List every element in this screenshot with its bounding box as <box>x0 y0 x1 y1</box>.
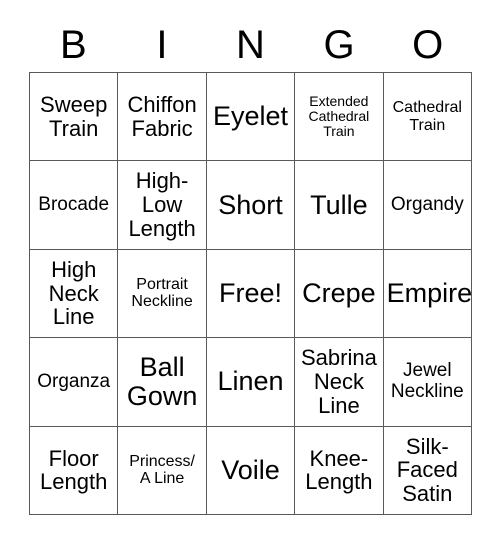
bingo-cell-label: Short <box>218 189 283 220</box>
bingo-cell-r1c2[interactable]: Chiffon Fabric <box>118 73 207 162</box>
bingo-cell-label: Linen <box>217 366 284 397</box>
bingo-cell-r1c4[interactable]: Extended Cathedral Train <box>295 73 384 162</box>
bingo-cell-r3c1[interactable]: High Neck Line <box>30 249 119 339</box>
bingo-cell-r1c1[interactable]: Sweep Train <box>30 73 119 162</box>
bingo-cell-r4c5[interactable]: Jewel Neckline <box>383 338 472 427</box>
bingo-cell-label: Eyelet <box>212 101 289 132</box>
bingo-cell-r5c5[interactable]: Silk- Faced Satin <box>383 426 472 515</box>
bingo-cell-label: Chiffon Fabric <box>127 91 197 141</box>
header-letter-g: G <box>323 23 355 67</box>
header-letter-o: O <box>412 23 444 67</box>
bingo-cell-r5c4[interactable]: Knee- Length <box>295 426 384 515</box>
bingo-cell-label: High- Low Length <box>128 168 196 241</box>
bingo-cell-label: Free! <box>218 277 282 308</box>
bingo-cell-label: Portrait Neckline <box>131 276 193 311</box>
bingo-cell-r5c3[interactable]: Voile <box>206 426 296 515</box>
bingo-cell-label: Knee- Length <box>305 445 373 495</box>
bingo-cell-label: Princess/ A Line <box>129 453 195 488</box>
bingo-cell-label: Cathedral Train <box>392 99 462 134</box>
bingo-cell-label: Crepe <box>302 277 376 308</box>
bingo-cell-r4c4[interactable]: Sabrina Neck Line <box>295 338 384 427</box>
bingo-cell-r3c5[interactable]: Empire <box>383 249 472 339</box>
bingo-cell-r2c1[interactable]: Brocade <box>30 161 119 250</box>
bingo-cell-label: Voile <box>221 454 280 485</box>
bingo-cell-label: Empire <box>386 277 472 308</box>
bingo-cell-r3c3[interactable]: Free! <box>206 249 296 339</box>
bingo-cell-r1c5[interactable]: Cathedral Train <box>383 73 472 162</box>
bingo-cell-r4c1[interactable]: Organza <box>30 338 119 427</box>
bingo-grid: Sweep Train Chiffon Fabric Eyelet Extended … <box>29 72 472 515</box>
bingo-cell-label: Organza <box>37 370 111 392</box>
bingo-cell-r5c2[interactable]: Princess/ A Line <box>118 426 207 515</box>
header-letter-i: I <box>156 23 168 67</box>
bingo-cell-r4c3[interactable]: Linen <box>206 338 296 427</box>
bingo-cell-r2c2[interactable]: High- Low Length <box>118 161 207 250</box>
bingo-cell-label: Silk- Faced Satin <box>396 433 458 507</box>
bingo-cell-r1c3[interactable]: Eyelet <box>206 73 296 162</box>
bingo-cell-r3c2[interactable]: Portrait Neckline <box>118 249 207 339</box>
bingo-cell-r2c5[interactable]: Organdy <box>383 161 472 250</box>
bingo-cell-label: Organdy <box>390 193 464 215</box>
bingo-cell-label: Sabrina Neck Line <box>300 345 377 418</box>
bingo-cell-label: Jewel Neckline <box>390 360 464 402</box>
bingo-cell-r5c1[interactable]: Floor Length <box>30 426 119 515</box>
bingo-cell-label: Brocade <box>38 193 110 215</box>
bingo-cell-r4c2[interactable]: Ball Gown <box>118 338 207 427</box>
bingo-cell-label: Ball Gown <box>126 351 198 411</box>
bingo-header: B I N G O <box>29 18 472 72</box>
header-letter-b: B <box>59 23 87 67</box>
bingo-cell-label: High Neck Line <box>48 256 99 330</box>
bingo-cell-label: Floor Length <box>40 445 108 495</box>
bingo-card: B I N G O Sweep Train Chiffon Fabric Eyele… <box>0 0 500 544</box>
bingo-cell-r3c4[interactable]: Crepe <box>295 249 384 339</box>
bingo-cell-label: Tulle <box>310 189 368 220</box>
bingo-cell-label: Extended Cathedral Train <box>308 93 370 140</box>
bingo-cell-label: Sweep Train <box>40 91 108 141</box>
header-letter-n: N <box>236 23 265 67</box>
bingo-cell-r2c3[interactable]: Short <box>206 161 296 250</box>
bingo-cell-r2c4[interactable]: Tulle <box>295 161 384 250</box>
